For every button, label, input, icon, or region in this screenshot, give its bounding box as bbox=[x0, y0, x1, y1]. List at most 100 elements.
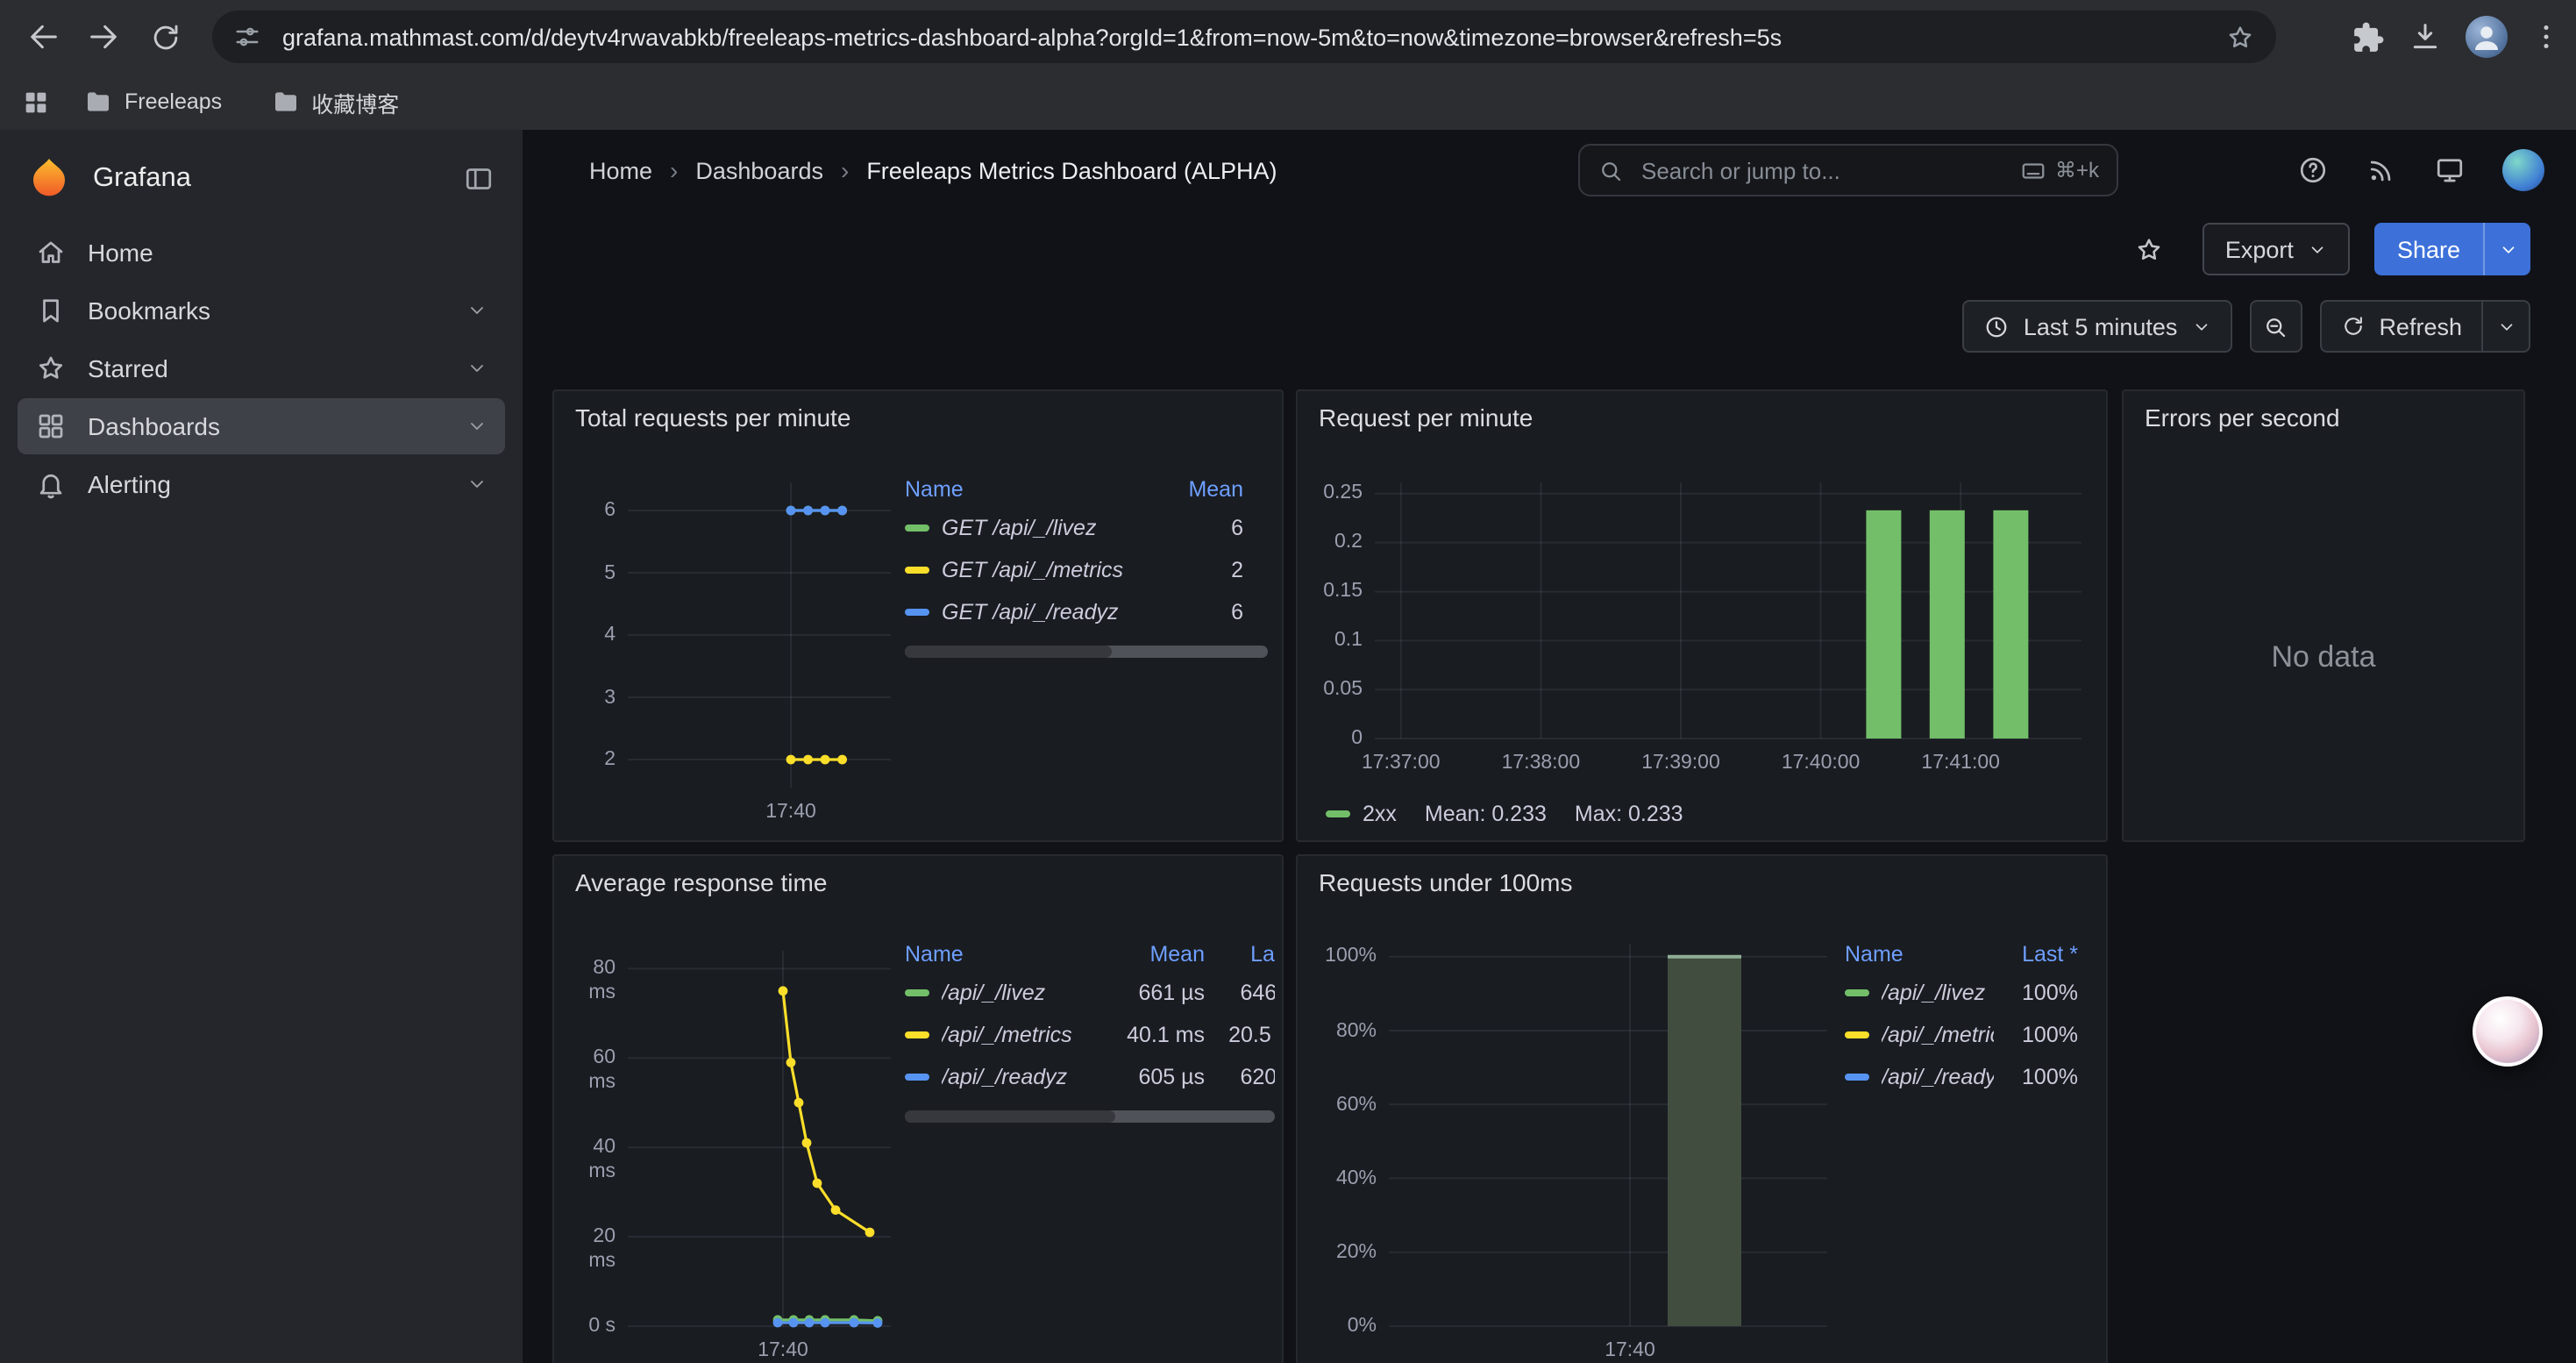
chevron-down-icon[interactable] bbox=[466, 300, 487, 321]
breadcrumb: Home › Dashboards › Freeleaps Metrics Da… bbox=[589, 130, 1277, 211]
legend-scrollbar[interactable] bbox=[905, 646, 1268, 658]
search-shortcut: ⌘+k bbox=[2055, 158, 2099, 182]
y-tick-label: 0.1 bbox=[1312, 628, 1363, 653]
series-value: 620 µs bbox=[1205, 1065, 1275, 1089]
browser-profile-avatar[interactable] bbox=[2466, 16, 2508, 58]
downloads-icon[interactable] bbox=[2408, 19, 2443, 54]
collapse-sidebar-icon[interactable] bbox=[463, 163, 495, 195]
apps-grid-icon[interactable] bbox=[21, 87, 51, 117]
share-button[interactable]: Share bbox=[2374, 223, 2530, 275]
export-button[interactable]: Export bbox=[2202, 223, 2350, 275]
panel-title[interactable]: Requests under 100ms bbox=[1319, 868, 1573, 896]
help-icon[interactable] bbox=[2297, 154, 2329, 186]
assistant-avatar-button[interactable] bbox=[2473, 996, 2543, 1067]
requests-under-100ms-chart[interactable]: 100%80%60%40%20%0%17:40 bbox=[1312, 926, 1841, 1363]
monitor-icon[interactable] bbox=[2434, 154, 2466, 186]
x-tick-label: 17:40 bbox=[731, 800, 850, 824]
y-tick-label: 0.15 bbox=[1312, 580, 1363, 604]
legend-row[interactable]: /api/_/metrics100% bbox=[1845, 1014, 2092, 1056]
series-value: 6 bbox=[1166, 516, 1243, 540]
share-menu-caret[interactable] bbox=[2483, 223, 2530, 275]
clock-icon bbox=[1983, 313, 2010, 339]
panel-requests-under-100ms: Requests under 100ms 100%80%60%40%20%0%1… bbox=[1296, 854, 2108, 1363]
chevron-down-icon[interactable] bbox=[466, 416, 487, 437]
y-tick-label: 40 ms bbox=[561, 1135, 616, 1184]
chevron-down-icon[interactable] bbox=[466, 474, 487, 495]
sidebar-item-bookmarks[interactable]: Bookmarks bbox=[18, 282, 505, 339]
search-box[interactable]: ⌘+k bbox=[1578, 144, 2118, 196]
series-color-swatch bbox=[905, 609, 929, 616]
zoom-out-button[interactable] bbox=[2249, 300, 2302, 353]
extensions-icon[interactable] bbox=[2352, 20, 2385, 54]
requests-per-minute-chart[interactable]: 0.250.20.150.10.05017:37:0017:38:0017:39… bbox=[1312, 461, 2096, 784]
series-color-swatch bbox=[1845, 989, 1869, 996]
legend-col-header[interactable]: Mean bbox=[1166, 477, 1243, 502]
series-color-swatch bbox=[1326, 810, 1350, 817]
chevron-down-icon[interactable] bbox=[466, 358, 487, 379]
sidebar-item-home[interactable]: Home bbox=[18, 225, 505, 281]
sidebar-item-alerting[interactable]: Alerting bbox=[18, 456, 505, 512]
breadcrumb-dashboards[interactable]: Dashboards bbox=[695, 157, 823, 183]
series-value: 20.5 ms bbox=[1205, 1023, 1275, 1047]
legend-row[interactable]: /api/_/livez661 µs646 µs bbox=[905, 972, 1275, 1014]
no-data-message: No data bbox=[2124, 640, 2523, 675]
site-settings-icon[interactable] bbox=[233, 23, 261, 51]
series-color-swatch bbox=[905, 1031, 929, 1038]
legend-col-header[interactable]: Last * bbox=[1205, 942, 1275, 967]
y-tick-label: 80 ms bbox=[561, 956, 616, 1005]
url-input[interactable] bbox=[279, 22, 2208, 52]
panel-title[interactable]: Average response time bbox=[575, 868, 827, 896]
series-value: 40.1 ms bbox=[1107, 1023, 1205, 1047]
panel-title[interactable]: Errors per second bbox=[2145, 403, 2340, 432]
brand-title: Grafana bbox=[93, 163, 440, 195]
breadcrumb-current: Freeleaps Metrics Dashboard (ALPHA) bbox=[866, 157, 1277, 183]
legend-col-header[interactable]: Name bbox=[1845, 942, 1994, 967]
time-controls: Last 5 minutes Refresh bbox=[523, 298, 2530, 354]
y-tick-label: 6 bbox=[561, 498, 616, 523]
legend-row[interactable]: /api/_/readyz100% bbox=[1845, 1056, 2092, 1098]
avg-response-time-chart[interactable]: 80 ms60 ms40 ms20 ms0 s17:40 bbox=[561, 926, 901, 1363]
legend-scrollbar[interactable] bbox=[905, 1110, 1275, 1123]
grafana-logo[interactable] bbox=[28, 156, 70, 202]
back-icon[interactable] bbox=[14, 7, 74, 67]
legend-col-header[interactable]: Mean bbox=[1107, 942, 1205, 967]
legend-col-header[interactable]: Name bbox=[905, 477, 1166, 502]
y-tick-label: 3 bbox=[561, 685, 616, 710]
bookmark-folder-freeleaps[interactable]: Freeleaps bbox=[68, 81, 238, 123]
legend-row[interactable]: GET /api/_/metrics2 bbox=[905, 549, 1268, 591]
legend-inline[interactable]: 2xx Mean: 0.233 Max: 0.233 bbox=[1326, 802, 1683, 826]
series-name: GET /api/_/metrics bbox=[942, 558, 1123, 582]
panel-title[interactable]: Total requests per minute bbox=[575, 403, 850, 432]
forward-icon[interactable] bbox=[74, 7, 133, 67]
news-rss-icon[interactable] bbox=[2366, 154, 2397, 186]
address-bar[interactable] bbox=[212, 11, 2276, 63]
legend-row[interactable]: /api/_/livez100% bbox=[1845, 972, 2092, 1014]
legend-row[interactable]: /api/_/readyz605 µs620 µs bbox=[905, 1056, 1275, 1098]
refresh-interval-caret[interactable] bbox=[2481, 302, 2529, 351]
legend-row[interactable]: GET /api/_/readyz6 bbox=[905, 591, 1268, 633]
legend-col-header[interactable]: Name bbox=[905, 942, 1107, 967]
series-mean: Mean: 0.233 bbox=[1425, 802, 1547, 826]
reload-icon[interactable] bbox=[135, 7, 195, 67]
refresh-main[interactable]: Refresh bbox=[2321, 302, 2481, 351]
bookmark-star-icon[interactable] bbox=[2225, 22, 2255, 52]
browser-menu-icon[interactable] bbox=[2530, 21, 2562, 53]
series-name: /api/_/livez bbox=[1882, 981, 1985, 1005]
share-label[interactable]: Share bbox=[2374, 223, 2483, 275]
legend-row[interactable]: GET /api/_/livez6 bbox=[905, 507, 1268, 549]
favorite-star-icon[interactable] bbox=[2122, 221, 2178, 277]
user-avatar[interactable] bbox=[2502, 149, 2544, 191]
legend-row[interactable]: /api/_/metrics40.1 ms20.5 ms bbox=[905, 1014, 1275, 1056]
bookmark-folder-blogs[interactable]: 收藏博客 bbox=[255, 78, 415, 125]
total-requests-chart[interactable]: 6543217:40 bbox=[561, 461, 901, 833]
series-color-swatch bbox=[1845, 1031, 1869, 1038]
breadcrumb-home[interactable]: Home bbox=[589, 157, 652, 183]
panel-title[interactable]: Request per minute bbox=[1319, 403, 1533, 432]
sidebar-item-label: Alerting bbox=[88, 470, 171, 498]
time-range-picker[interactable]: Last 5 minutes bbox=[1962, 300, 2232, 353]
panel-errors-per-second: Errors per second No data bbox=[2122, 389, 2525, 842]
legend-col-header[interactable]: Last * bbox=[1994, 942, 2078, 967]
sidebar-item-dashboards[interactable]: Dashboards bbox=[18, 398, 505, 454]
sidebar-item-starred[interactable]: Starred bbox=[18, 340, 505, 396]
search-input[interactable] bbox=[1638, 155, 2006, 185]
